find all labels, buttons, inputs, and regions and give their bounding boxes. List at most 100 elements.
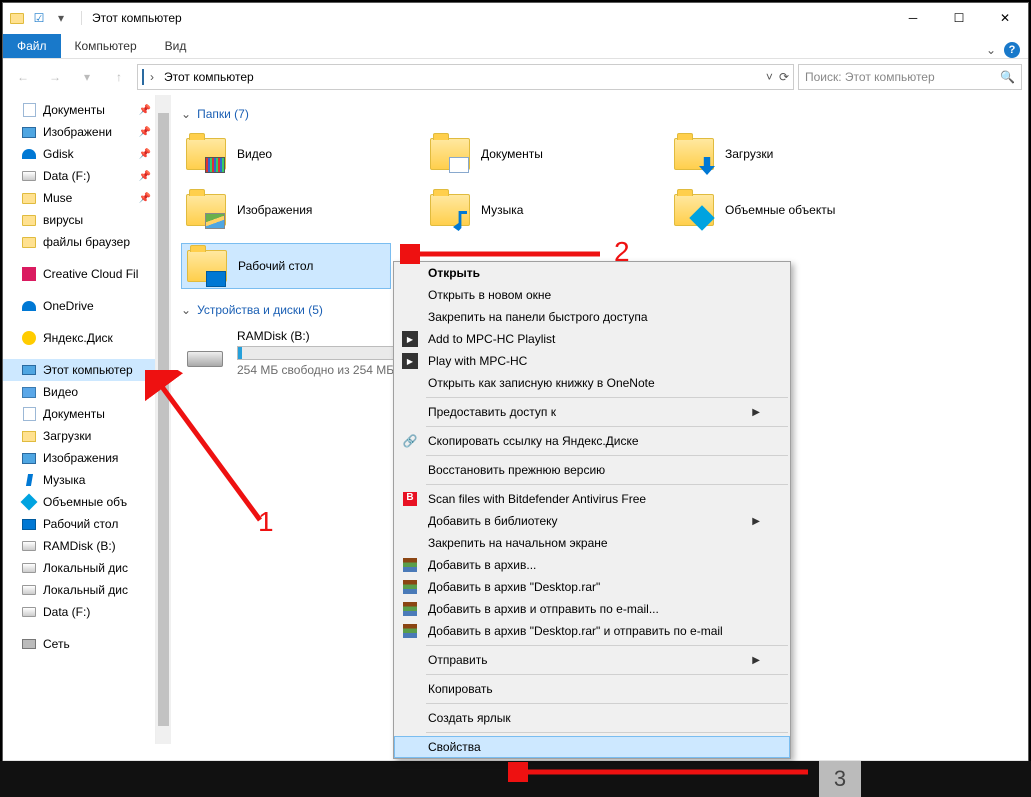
callout-2: 2: [614, 236, 630, 268]
nav-item[interactable]: Рабочий стол: [3, 513, 155, 535]
context-menu-label: Восстановить прежнюю версию: [428, 463, 605, 477]
net-icon: [21, 636, 37, 652]
back-button[interactable]: ←: [9, 63, 37, 91]
context-menu-item[interactable]: 🔗Скопировать ссылку на Яндекс.Диске: [394, 430, 790, 452]
nav-label: Data (F:): [43, 605, 90, 619]
nav-item[interactable]: Локальный дис: [3, 557, 155, 579]
drive-icon: [185, 329, 227, 371]
nav-item[interactable]: Сеть: [3, 633, 155, 655]
group-folders-header[interactable]: ⌄ Папки (7): [181, 107, 1018, 121]
folder-icon: [9, 10, 25, 26]
folder-icon: [21, 212, 37, 228]
folder-item[interactable]: Документы: [425, 131, 635, 177]
breadcrumb[interactable]: › Этот компьютер ˅ ⟳: [137, 64, 794, 90]
chevron-down-icon: ⌄: [181, 107, 191, 121]
nav-item[interactable]: Загрузки: [3, 425, 155, 447]
nav-item[interactable]: Gdisk📌: [3, 143, 155, 165]
nav-item[interactable]: вирусы: [3, 209, 155, 231]
disk-icon: [21, 168, 37, 184]
nav-item[interactable]: OneDrive: [3, 295, 155, 317]
search-icon[interactable]: 🔍: [1000, 70, 1015, 84]
address-dropdown-icon[interactable]: ˅: [766, 70, 773, 84]
nav-item[interactable]: Этот компьютер: [3, 359, 155, 381]
folder-item[interactable]: Изображения: [181, 187, 391, 233]
tab-file[interactable]: Файл: [3, 34, 61, 58]
nav-item[interactable]: Изображени📌: [3, 121, 155, 143]
forward-button[interactable]: →: [41, 63, 69, 91]
context-menu-item[interactable]: Отправить▶: [394, 649, 790, 671]
nav-label: вирусы: [43, 213, 83, 227]
folder-item[interactable]: Объемные объекты: [669, 187, 879, 233]
context-menu-label: Копировать: [428, 682, 493, 696]
properties-icon[interactable]: ☑: [31, 10, 47, 26]
disk-icon: [21, 582, 37, 598]
submenu-arrow-icon: ▶: [752, 516, 760, 527]
crumb-root[interactable]: Этот компьютер: [160, 68, 258, 86]
nav-item[interactable]: Документы📌: [3, 99, 155, 121]
context-menu-item[interactable]: Восстановить прежнюю версию: [394, 459, 790, 481]
nav-label: Музыка: [43, 473, 85, 487]
nav-item[interactable]: Изображения: [3, 447, 155, 469]
folder-item[interactable]: Музыка: [425, 187, 635, 233]
nav-item[interactable]: Muse📌: [3, 187, 155, 209]
nav-item[interactable]: Data (F:): [3, 601, 155, 623]
nav-item[interactable]: Музыка: [3, 469, 155, 491]
context-menu-item[interactable]: Свойства: [394, 736, 790, 758]
tab-view[interactable]: Вид: [151, 34, 201, 58]
context-menu-item[interactable]: Создать ярлык: [394, 707, 790, 729]
context-menu-item[interactable]: Копировать: [394, 678, 790, 700]
navigation-pane[interactable]: Документы📌Изображени📌Gdisk📌Data (F:)📌Mus…: [3, 95, 155, 744]
context-menu-item[interactable]: Добавить в архив...: [394, 554, 790, 576]
external-bar: 3: [0, 761, 1031, 797]
context-menu-item[interactable]: Открыть в новом окне: [394, 284, 790, 306]
nav-item[interactable]: Data (F:)📌: [3, 165, 155, 187]
yd-icon: [21, 330, 37, 346]
refresh-icon[interactable]: ⟳: [779, 70, 789, 84]
nav-item[interactable]: Creative Cloud Fil: [3, 263, 155, 285]
tab-computer[interactable]: Компьютер: [61, 34, 151, 58]
maximize-button[interactable]: ☐: [936, 3, 982, 33]
qat-dropdown-icon[interactable]: ▾: [53, 10, 69, 26]
context-menu-item[interactable]: BScan files with Bitdefender Antivirus F…: [394, 488, 790, 510]
nav-item[interactable]: Объемные объ: [3, 491, 155, 513]
context-menu-item[interactable]: Добавить в архив и отправить по e-mail..…: [394, 598, 790, 620]
folder-item[interactable]: Рабочий стол: [181, 243, 391, 289]
callout-1: 1: [258, 506, 274, 538]
nav-item[interactable]: RAMDisk (B:): [3, 535, 155, 557]
folder-item[interactable]: Загрузки: [669, 131, 879, 177]
nav-item[interactable]: файлы браузер: [3, 231, 155, 253]
nav-item[interactable]: Документы: [3, 403, 155, 425]
address-bar: ← → ▾ ↑ › Этот компьютер ˅ ⟳ Поиск: Этот…: [3, 59, 1028, 95]
nav-label: Gdisk: [43, 147, 74, 161]
nav-item[interactable]: Яндекс.Диск: [3, 327, 155, 349]
nav-item[interactable]: Видео: [3, 381, 155, 403]
up-button[interactable]: ↑: [105, 63, 133, 91]
nav-scrollbar[interactable]: [155, 95, 171, 744]
context-menu-item[interactable]: Добавить в архив "Desktop.rar": [394, 576, 790, 598]
context-menu-item[interactable]: ▶Play with MPC-HC: [394, 350, 790, 372]
context-menu-item[interactable]: Добавить в библиотеку▶: [394, 510, 790, 532]
context-menu-item[interactable]: ▶Add to MPC-HC Playlist: [394, 328, 790, 350]
context-menu-item[interactable]: Добавить в архив "Desktop.rar" и отправи…: [394, 620, 790, 642]
context-menu-item[interactable]: Предоставить доступ к▶: [394, 401, 790, 423]
pin-icon: 📌: [139, 193, 151, 204]
context-menu-item[interactable]: Закрепить на панели быстрого доступа: [394, 306, 790, 328]
help-icon[interactable]: ?: [1004, 42, 1020, 58]
folder-label: Рабочий стол: [238, 259, 313, 273]
folder-item[interactable]: Видео: [181, 131, 391, 177]
context-menu-item[interactable]: Закрепить на начальном экране: [394, 532, 790, 554]
nav-item[interactable]: Локальный дис: [3, 579, 155, 601]
context-menu-label: Add to MPC-HC Playlist: [428, 332, 555, 346]
context-menu-item[interactable]: Открыть: [394, 262, 790, 284]
close-button[interactable]: ✕: [982, 3, 1028, 33]
mpc-icon: ▶: [402, 353, 418, 369]
history-dropdown[interactable]: ▾: [73, 63, 101, 91]
search-box[interactable]: Поиск: Этот компьютер 🔍: [798, 64, 1022, 90]
group-drives-title: Устройства и диски (5): [197, 303, 323, 317]
folder-icon: [185, 189, 227, 231]
crumb-sep-icon[interactable]: ›: [150, 70, 154, 84]
context-menu-item[interactable]: Открыть как записную книжку в OneNote: [394, 372, 790, 394]
onedrive-icon: [21, 146, 37, 162]
ribbon-expand-icon[interactable]: ⌄: [986, 43, 996, 57]
minimize-button[interactable]: ─: [890, 3, 936, 33]
